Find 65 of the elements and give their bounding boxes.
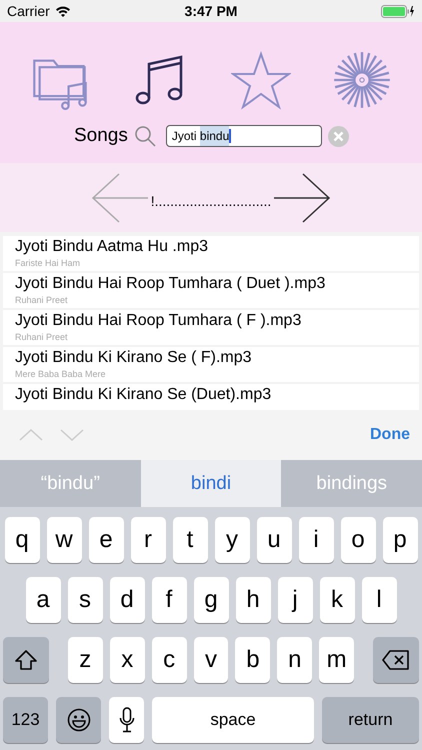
song-row[interactable]: Jyoti Bindu Ki Kirano Se ( F).mp3 Mere Baba Baba Mere — [3, 347, 419, 382]
key[interactable]: r — [130, 517, 166, 563]
page-indicator: !.............................. — [150, 192, 272, 208]
key[interactable]: a — [26, 577, 60, 623]
key[interactable]: w — [46, 517, 82, 563]
microphone-icon — [118, 707, 134, 733]
key[interactable]: y — [214, 517, 250, 563]
key[interactable]: i — [298, 517, 334, 563]
key[interactable]: x — [110, 637, 145, 683]
song-title: Jyoti Bindu Ki Kirano Se ( F).mp3 — [15, 348, 253, 367]
key[interactable]: k — [320, 577, 354, 623]
songs-label: Songs — [74, 125, 128, 147]
battery-icon — [380, 4, 415, 18]
album-name: Fariste Hai Ham — [15, 258, 82, 269]
key[interactable]: b — [235, 637, 270, 683]
song-title: Jyoti Bindu Aatma Hu .mp3 — [15, 237, 209, 256]
mic-key[interactable] — [109, 697, 144, 743]
key[interactable]: c — [152, 637, 187, 683]
key[interactable]: g — [194, 577, 228, 623]
key[interactable]: q — [4, 517, 40, 563]
star-icon[interactable] — [231, 50, 292, 110]
key[interactable]: u — [256, 517, 292, 563]
wifi-icon — [54, 5, 71, 17]
album-name: Ruhani Preet — [15, 295, 69, 306]
key[interactable]: p — [382, 517, 418, 563]
key[interactable]: z — [68, 637, 103, 683]
key[interactable]: t — [172, 517, 208, 563]
key[interactable]: n — [277, 637, 312, 683]
key[interactable]: l — [362, 577, 396, 623]
done-button[interactable]: Done — [370, 426, 410, 444]
album-name: Ruhani Preet — [15, 332, 69, 343]
return-key[interactable]: return — [322, 697, 419, 743]
emoji-key[interactable] — [56, 697, 101, 743]
key[interactable]: e — [88, 517, 124, 563]
song-row[interactable]: Jyoti Bindu Aatma Hu .mp3 Fariste Hai Ham — [3, 236, 419, 271]
backspace-icon — [382, 650, 410, 670]
up-chevron-icon — [19, 429, 43, 441]
song-row[interactable]: Jyoti Bindu Ki Kirano Se (Duet).mp3 — [3, 384, 419, 410]
carrier-label: Carrier — [7, 3, 50, 19]
right-arrow-icon[interactable] — [273, 172, 332, 222]
song-row[interactable]: Jyoti Bindu Hai Roop Tumhara ( Duet ).mp3 Ruhani Preet — [3, 273, 419, 308]
key[interactable]: d — [110, 577, 144, 623]
smiley-icon — [66, 708, 90, 732]
key[interactable]: o — [340, 517, 376, 563]
key[interactable]: j — [278, 577, 312, 623]
key[interactable]: h — [236, 577, 270, 623]
shift-key[interactable] — [3, 637, 49, 683]
search-icon — [134, 125, 156, 147]
space-key[interactable]: space — [152, 697, 314, 743]
suggestion[interactable]: bindi — [140, 460, 282, 507]
numbers-key[interactable]: 123 — [3, 697, 48, 743]
key[interactable]: s — [68, 577, 102, 623]
search-field[interactable]: Jyoti bindu — [166, 125, 322, 147]
shift-icon — [14, 649, 38, 671]
clock-time: 3:47 PM — [184, 3, 238, 19]
key[interactable]: f — [152, 577, 186, 623]
song-title: Jyoti Bindu Hai Roop Tumhara ( Duet ).mp3 — [15, 274, 326, 293]
down-chevron-icon — [60, 429, 84, 441]
delete-key[interactable] — [373, 637, 419, 683]
song-title: Jyoti Bindu Ki Kirano Se (Duet).mp3 — [15, 385, 272, 404]
song-row[interactable]: Jyoti Bindu Hai Roop Tumhara ( F ).mp3 Ruhani Preet — [3, 310, 419, 345]
album-name: Mere Baba Baba Mere — [15, 369, 107, 380]
song-title: Jyoti Bindu Hai Roop Tumhara ( F ).mp3 — [15, 311, 302, 330]
key[interactable]: m — [319, 637, 354, 683]
key[interactable]: v — [194, 637, 228, 683]
